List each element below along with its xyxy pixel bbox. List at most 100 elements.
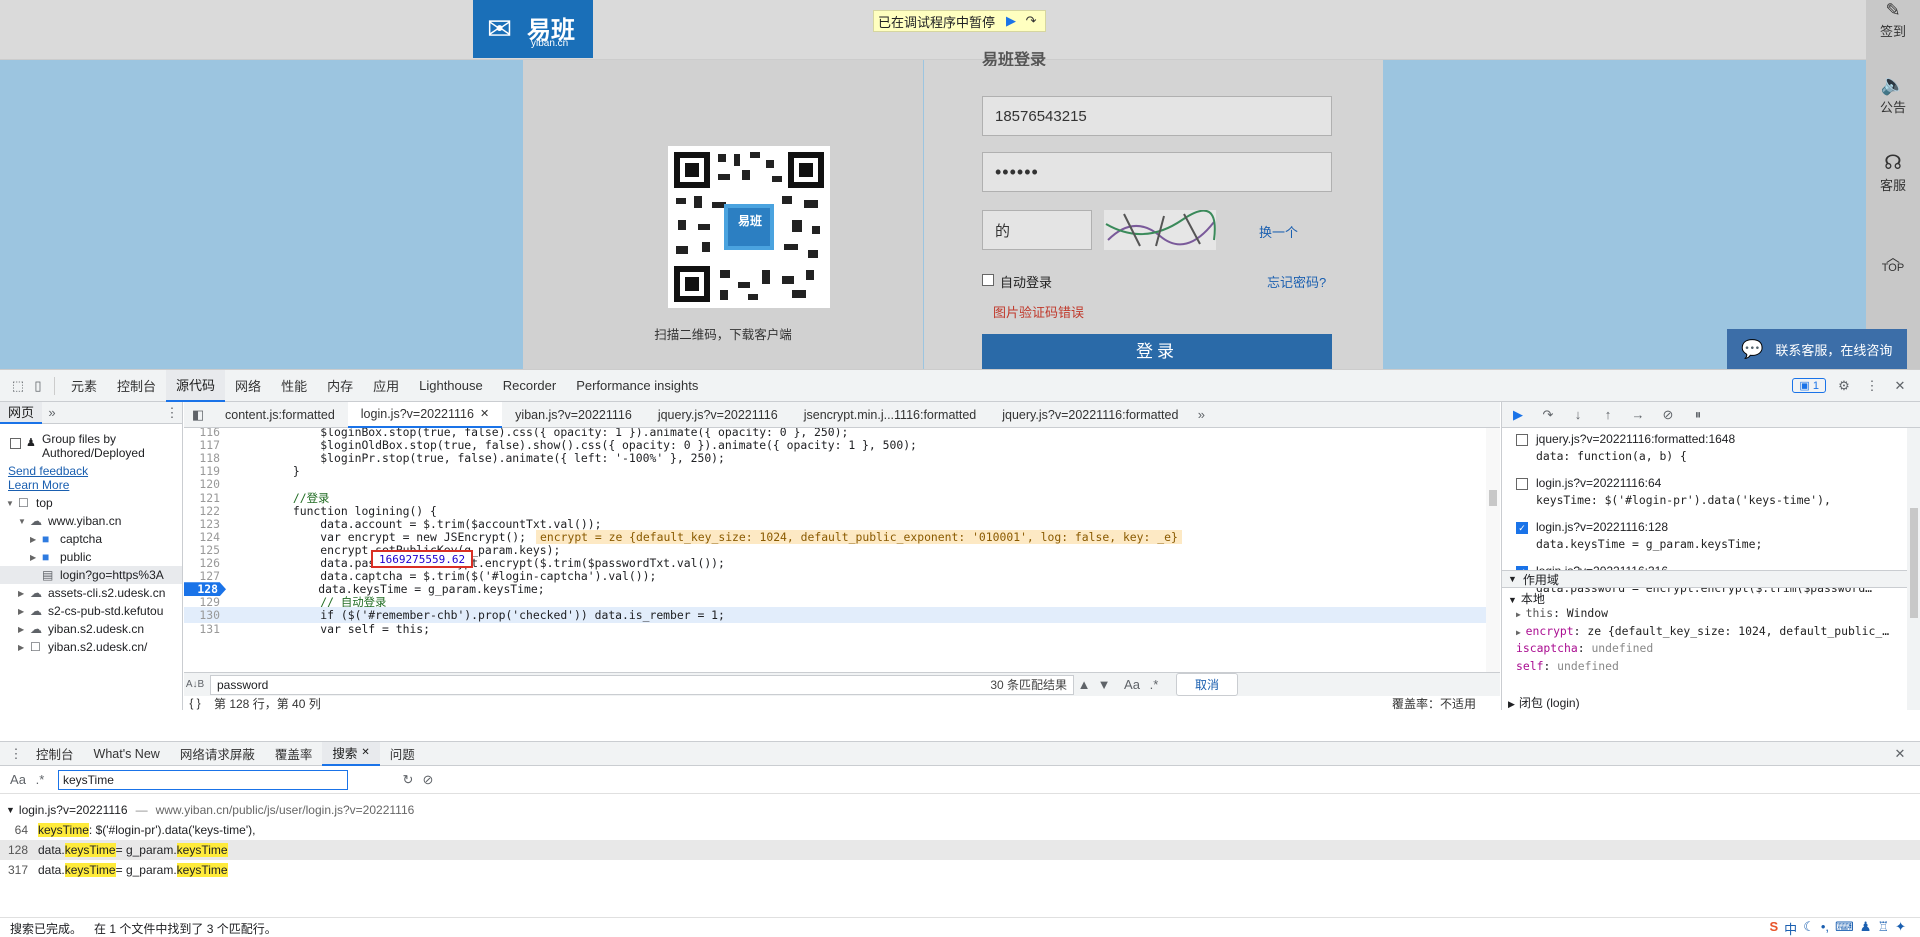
tree-item[interactable]: ▶ ☁ assets-cli.s2.udesk.cn: [0, 584, 182, 602]
search-result-row[interactable]: 317 data. keysTime = g_param. keysTime: [0, 860, 1920, 880]
search-result-row[interactable]: 64 keysTime: $('#login-pr').data('keys-ti…: [0, 820, 1920, 840]
close-drawer-icon[interactable]: ✕: [1890, 744, 1910, 764]
scope-var[interactable]: self: undefined: [1516, 659, 1619, 673]
drawer-search-input[interactable]: keysTime: [58, 769, 348, 790]
drawer-tab-5[interactable]: 问题: [380, 742, 425, 766]
drawer-tab-3[interactable]: 覆盖率: [265, 742, 323, 766]
file-tab-1[interactable]: login.js?v=20221116 ✕: [347, 402, 503, 428]
nav-tab-page[interactable]: 网页: [0, 402, 43, 424]
send-feedback-link[interactable]: Send feedback: [8, 464, 88, 478]
main-tab-4[interactable]: 性能: [271, 370, 317, 402]
file-tab-2[interactable]: yiban.js?v=20221116: [502, 402, 645, 428]
step-icon[interactable]: →: [1628, 405, 1648, 425]
file-tab-3[interactable]: jquery.js?v=20221116: [645, 402, 791, 428]
scope-local[interactable]: ▼ 本地: [1508, 590, 1545, 607]
pause-exceptions-icon[interactable]: ⏸: [1688, 405, 1708, 425]
inspect-element-icon[interactable]: ⬚: [8, 376, 28, 396]
scope-header[interactable]: ▼ 作用域: [1502, 570, 1907, 588]
step-over-icon[interactable]: ↷: [1021, 11, 1041, 31]
remember-checkbox[interactable]: [982, 274, 994, 286]
tree-item[interactable]: ▶ ■ captcha: [0, 530, 182, 548]
issues-badge[interactable]: ▣ 1: [1792, 378, 1826, 393]
captcha-input[interactable]: 的: [982, 210, 1092, 250]
toggle-navigator-icon[interactable]: ◧: [188, 405, 208, 425]
rail-service[interactable]: ☊ 客服: [1866, 150, 1920, 194]
more-menu-icon[interactable]: ⋮: [1862, 376, 1882, 396]
captcha-refresh-link[interactable]: 换一个: [1259, 222, 1298, 241]
main-tab-5[interactable]: 内存: [317, 370, 363, 402]
device-toolbar-icon[interactable]: ▯: [28, 376, 48, 396]
tree-item[interactable]: ▶ ☁ s2-cs-pub-std.kefutou: [0, 602, 182, 620]
tree-item[interactable]: ▤ login?go=https%3A: [0, 566, 182, 584]
tree-item[interactable]: ▼ ☐ top: [0, 494, 182, 512]
main-tab-2[interactable]: 源代码: [166, 369, 226, 402]
rail-announce[interactable]: 🔈 公告: [1866, 72, 1920, 116]
editor-scrollbar[interactable]: [1486, 428, 1500, 672]
resume-script-icon[interactable]: ▶: [1508, 405, 1528, 425]
settings-gear-icon[interactable]: ⚙: [1834, 376, 1854, 396]
breakpoint-checkbox[interactable]: ✓: [1516, 522, 1528, 534]
drawer-menu-icon[interactable]: ⋮: [6, 744, 26, 764]
clear-icon[interactable]: ⊘: [418, 770, 438, 790]
main-tab-1[interactable]: 控制台: [107, 370, 166, 402]
step-over-next-icon[interactable]: ↷: [1538, 405, 1558, 425]
rail-top[interactable]: ︿ TOP: [1866, 250, 1920, 274]
match-case-icon[interactable]: Aa: [1120, 675, 1144, 695]
ime-tray[interactable]: S 中 ☾ •, ⌨ ♟ ♖ ✦: [1770, 919, 1907, 937]
step-into-icon[interactable]: ↓: [1568, 405, 1588, 425]
main-tab-3[interactable]: 网络: [225, 370, 271, 402]
breakpoint-checkbox[interactable]: [1516, 478, 1528, 490]
password-input[interactable]: ••••••: [982, 152, 1332, 192]
file-tab-4[interactable]: jsencrypt.min.j...1116:formatted: [791, 402, 990, 428]
tree-item[interactable]: ▶ ☁ yiban.s2.udesk.cn: [0, 620, 182, 638]
drawer-match-case-icon[interactable]: Aa: [6, 770, 30, 790]
resume-icon[interactable]: ▶: [1001, 11, 1021, 31]
main-tab-7[interactable]: Lighthouse: [409, 370, 493, 402]
prev-match-icon[interactable]: ▲: [1074, 675, 1094, 695]
result-file-row[interactable]: ▼ login.js?v=20221116 — www.yiban.cn/pub…: [0, 800, 1920, 820]
editor-search-input[interactable]: password 30 条匹配结果: [210, 674, 1074, 695]
drawer-tab-1[interactable]: What's New: [84, 742, 170, 766]
yiban-logo[interactable]: ✉ 易班 yiban.cn: [473, 0, 593, 58]
drawer-tab-0[interactable]: 控制台: [26, 742, 84, 766]
file-tab-5[interactable]: jquery.js?v=20221116:formatted: [989, 402, 1191, 428]
tree-item[interactable]: ▶ ■ public: [0, 548, 182, 566]
scope-var[interactable]: iscaptcha: undefined: [1516, 641, 1653, 655]
more-file-tabs-icon[interactable]: »: [1191, 405, 1211, 425]
main-tab-0[interactable]: 元素: [61, 370, 107, 402]
scope-var[interactable]: ▶ encrypt: ze {default_key_size: 1024, d…: [1516, 624, 1889, 638]
nav-menu-icon[interactable]: ⋮: [162, 403, 182, 423]
scope-closure[interactable]: ▶ 闭包 (login): [1508, 694, 1580, 710]
file-tab-0[interactable]: content.js:formatted: [212, 402, 348, 428]
regex-icon[interactable]: .*: [1144, 675, 1164, 695]
close-tab-icon[interactable]: ✕: [361, 747, 369, 758]
search-result-row[interactable]: 128 data. keysTime = g_param. keysTime: [0, 840, 1920, 860]
debugger-scrollbar[interactable]: [1907, 428, 1920, 710]
step-out-icon[interactable]: ↑: [1598, 405, 1618, 425]
drawer-tab-4[interactable]: 搜索 ✕: [322, 741, 380, 766]
pretty-print-icon[interactable]: { }: [184, 696, 206, 710]
refresh-icon[interactable]: ↻: [398, 770, 418, 790]
group-files-checkbox[interactable]: [10, 438, 21, 449]
code-line[interactable]: 131 var self = this;: [184, 621, 1486, 637]
phone-input[interactable]: 18576543215: [982, 96, 1332, 136]
next-match-icon[interactable]: ▼: [1094, 675, 1114, 695]
forgot-password-link[interactable]: 忘记密码?: [1267, 272, 1326, 291]
close-tab-icon[interactable]: ✕: [480, 407, 489, 420]
tree-item[interactable]: ▼ ☁ www.yiban.cn: [0, 512, 182, 530]
replace-toggle-icon[interactable]: A↓B: [184, 679, 206, 690]
more-tabs-icon[interactable]: »: [42, 403, 62, 423]
line-number[interactable]: 131: [184, 622, 228, 636]
chat-widget[interactable]: 💬 联系客服，在线咨询: [1727, 329, 1907, 369]
main-tab-9[interactable]: Performance insights: [566, 370, 708, 402]
close-devtools-icon[interactable]: ✕: [1890, 376, 1910, 396]
search-cancel-button[interactable]: 取消: [1176, 673, 1239, 696]
main-tab-8[interactable]: Recorder: [493, 370, 566, 402]
drawer-tab-2[interactable]: 网络请求屏蔽: [170, 742, 265, 766]
scope-var[interactable]: ▶ this: Window: [1516, 606, 1608, 620]
deactivate-breakpoints-icon[interactable]: ⊘: [1658, 405, 1678, 425]
learn-more-link[interactable]: Learn More: [8, 478, 69, 492]
drawer-regex-icon[interactable]: .*: [30, 770, 50, 790]
breakpoint-checkbox[interactable]: [1516, 434, 1528, 446]
login-button[interactable]: 登录: [982, 334, 1332, 369]
